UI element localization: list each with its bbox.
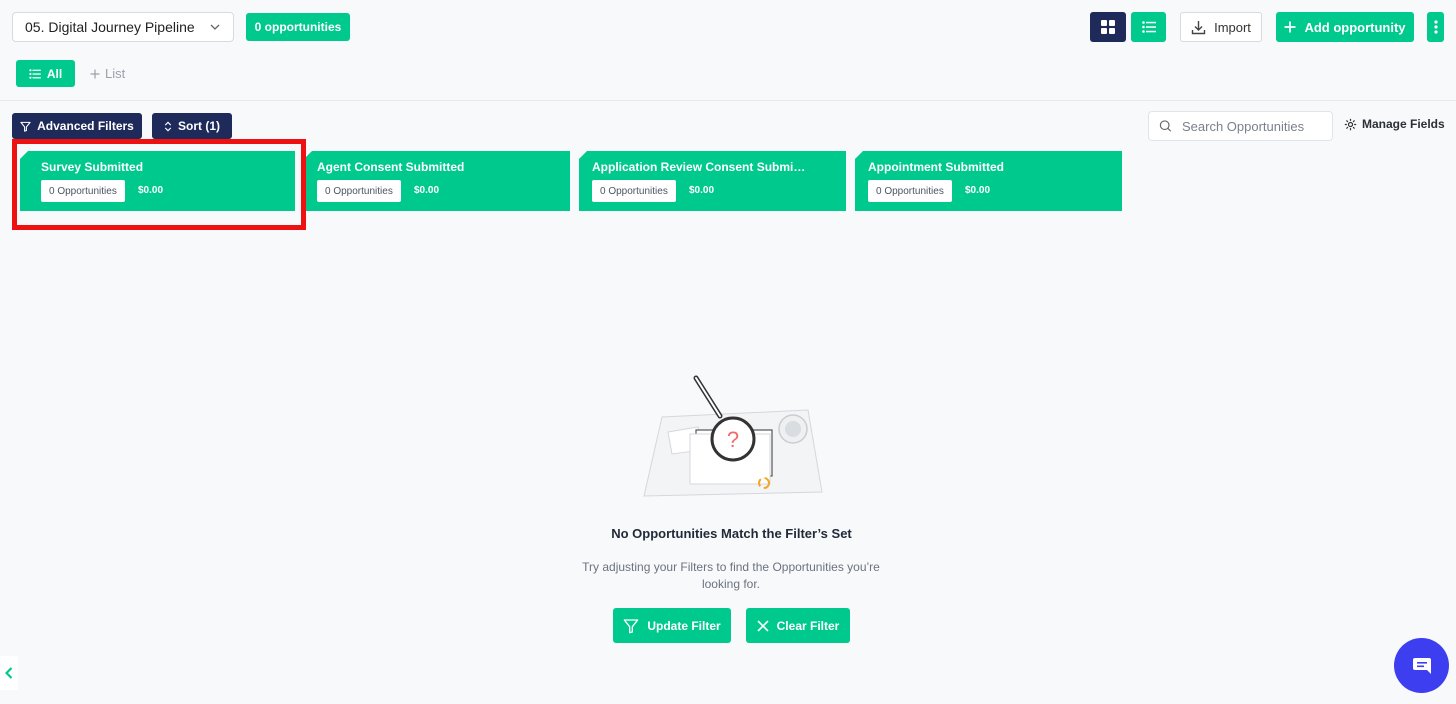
more-options-button[interactable] — [1427, 12, 1444, 42]
sidebar-collapse-toggle[interactable] — [0, 656, 18, 690]
stage-count-badge: 0 Opportunities — [592, 180, 676, 202]
filter-icon — [20, 121, 31, 132]
manage-fields-label: Manage Fields — [1362, 117, 1445, 131]
stage-title: Appointment Submitted — [868, 160, 1004, 174]
sort-button[interactable]: Sort (1) — [152, 113, 232, 139]
plus-icon — [1284, 21, 1296, 33]
highlight-box — [12, 139, 306, 230]
grid-icon — [1101, 20, 1115, 34]
stage-title: Application Review Consent Submi… — [592, 160, 806, 174]
chat-icon — [1412, 657, 1431, 674]
stage-title: Agent Consent Submitted — [317, 160, 465, 174]
add-opportunity-label: Add opportunity — [1304, 19, 1406, 35]
empty-state-illustration: ? — [643, 375, 823, 497]
manage-fields-button[interactable]: Manage Fields — [1344, 117, 1445, 131]
divider — [0, 100, 1456, 101]
vertical-dots-icon — [1433, 20, 1438, 34]
stage-amount: $0.00 — [414, 185, 440, 196]
search-input[interactable] — [1182, 118, 1322, 134]
add-list-button[interactable]: List — [90, 66, 125, 81]
clear-filter-label: Clear Filter — [776, 618, 840, 633]
tab-all-label: All — [46, 66, 63, 81]
chat-widget-button[interactable] — [1394, 638, 1449, 693]
stage-column-application-review-consent[interactable]: Application Review Consent Submi… 0 Oppo… — [579, 151, 846, 211]
update-filter-label: Update Filter — [647, 618, 721, 633]
stage-amount: $0.00 — [689, 185, 715, 196]
close-icon — [757, 619, 769, 632]
gear-icon — [1344, 118, 1357, 130]
add-opportunity-button[interactable]: Add opportunity — [1276, 12, 1414, 42]
clear-filter-button[interactable]: Clear Filter — [746, 608, 850, 643]
tab-all[interactable]: All — [16, 60, 75, 87]
import-label: Import — [1214, 19, 1251, 35]
chevron-left-icon — [5, 667, 13, 679]
advanced-filters-button[interactable]: Advanced Filters — [12, 113, 142, 139]
svg-text:?: ? — [727, 427, 739, 452]
pipeline-select[interactable]: 05. Digital Journey Pipeline — [12, 12, 234, 42]
opportunity-count-label: 0 opportunities — [254, 20, 342, 34]
stage-amount: $0.00 — [965, 185, 991, 196]
stage-count-badge: 0 Opportunities — [868, 180, 952, 202]
advanced-filters-label: Advanced Filters — [37, 119, 134, 133]
sort-label: Sort (1) — [178, 119, 220, 133]
list-icon — [29, 68, 41, 79]
stage-column-appointment-submitted[interactable]: Appointment Submitted 0 Opportunities $0… — [855, 151, 1122, 211]
add-list-label: List — [105, 66, 126, 81]
filter-icon — [623, 618, 639, 633]
stage-count-badge: 0 Opportunities — [317, 180, 401, 202]
download-icon — [1191, 20, 1206, 34]
search-box[interactable] — [1148, 111, 1333, 141]
search-icon — [1159, 120, 1172, 132]
grid-view-button[interactable] — [1090, 12, 1126, 42]
plus-icon — [90, 69, 100, 78]
empty-state-title: No Opportunities Match the Filter’s Set — [611, 526, 852, 541]
stage-column-agent-consent-submitted[interactable]: Agent Consent Submitted 0 Opportunities … — [304, 151, 570, 211]
list-icon — [1141, 21, 1156, 33]
empty-state-description: Try adjusting your Filters to find the O… — [582, 560, 880, 591]
update-filter-button[interactable]: Update Filter — [613, 608, 731, 643]
import-button[interactable]: Import — [1180, 12, 1262, 42]
sort-icon — [164, 121, 172, 131]
pipeline-select-value: 05. Digital Journey Pipeline — [25, 19, 195, 35]
list-view-button[interactable] — [1131, 12, 1166, 42]
opportunity-count-badge: 0 opportunities — [246, 13, 350, 41]
chevron-down-icon — [210, 24, 220, 30]
